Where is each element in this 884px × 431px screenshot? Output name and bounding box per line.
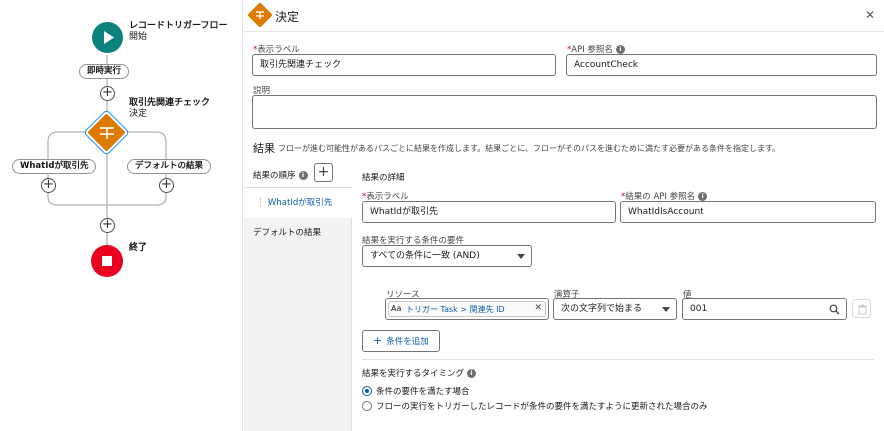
end-title: 終了: [129, 243, 148, 253]
immediate-path-label[interactable]: 即時実行: [79, 64, 130, 79]
outcome-item-whatid[interactable]: ⋮⋮ WhatIdが取引先: [244, 188, 352, 218]
close-icon[interactable]: ✕: [865, 8, 875, 22]
panel-header: 決定 ✕: [244, 0, 884, 32]
plus-icon: +: [373, 334, 383, 347]
outcome-details: 結果の詳細 *表示ラベル WhatIdが取引先 *結果の API 参照名 i Wh…: [352, 160, 884, 431]
details-title: 結果の詳細: [362, 173, 405, 183]
radio-selected[interactable]: [362, 386, 372, 396]
start-node[interactable]: [92, 22, 123, 53]
add-condition-button[interactable]: + 条件を追加: [362, 330, 440, 352]
label-input[interactable]: 取引先関連チェック: [252, 54, 556, 76]
branch-label-right[interactable]: デフォルトの結果: [127, 159, 212, 174]
chevron-down-icon: [517, 254, 525, 259]
outcomes-title: 結果: [253, 142, 275, 155]
end-node-label: 終了: [129, 243, 147, 254]
radio-unselected[interactable]: [362, 401, 372, 411]
start-title: レコードトリガーフロー: [129, 21, 228, 31]
outcome-order-header: 結果の順序 i +: [244, 160, 352, 188]
outcome-item-label: WhatIdが取引先: [268, 198, 333, 208]
play-icon: [104, 31, 114, 44]
add-outcome-button[interactable]: +: [314, 163, 333, 182]
value-input[interactable]: 001: [682, 298, 847, 320]
operator-select[interactable]: 次の文字列で始まる: [553, 298, 677, 320]
decision-title: 取引先関連チェック: [129, 98, 211, 108]
decision-node-label: 取引先関連チェック 決定: [129, 98, 210, 120]
start-node-label: レコードトリガーフロー 開始: [129, 21, 227, 43]
resource-input[interactable]: Aa トリガー Task > 関連先 ID ✕: [385, 298, 549, 320]
description-textarea[interactable]: [252, 95, 877, 129]
remove-icon[interactable]: ✕: [534, 303, 542, 313]
branch-label-left[interactable]: WhatIdが取引先: [12, 159, 97, 174]
condition-requirement-select[interactable]: すべての条件に一致 (AND): [362, 245, 532, 267]
decision-node[interactable]: [83, 109, 130, 156]
outcome-label-input[interactable]: WhatIdが取引先: [362, 201, 616, 223]
add-element-merge-button[interactable]: +: [100, 218, 115, 233]
info-icon: i: [467, 369, 477, 378]
resource-pill-text: トリガー Task > 関連先 ID: [406, 305, 505, 314]
decision-header-icon: [256, 11, 264, 19]
divider: [362, 359, 874, 360]
info-icon: i: [298, 171, 308, 180]
outcome-api-name-input[interactable]: WhatIdIsAccount: [620, 201, 876, 223]
text-type-icon: Aa: [391, 304, 402, 313]
resource-pill: Aa トリガー Task > 関連先 ID ✕: [388, 301, 546, 317]
outcome-list: 結果の順序 i + ⋮⋮ WhatIdが取引先 デフォルトの結果: [244, 160, 352, 431]
search-icon: [829, 304, 840, 315]
api-name-input[interactable]: AccountCheck: [566, 54, 877, 76]
trash-icon: [858, 304, 867, 315]
decision-subtitle: 決定: [129, 109, 148, 119]
start-subtitle: 開始: [129, 32, 148, 42]
info-icon: i: [698, 192, 708, 201]
outcome-order-label: 結果の順序 i: [253, 169, 308, 181]
delete-condition-button[interactable]: [852, 299, 871, 318]
add-element-button[interactable]: +: [100, 86, 115, 101]
chevron-down-icon: [662, 307, 670, 312]
decision-icon: [100, 127, 114, 139]
flow-canvas: レコードトリガーフロー 開始 即時実行 + 取引先関連チェック 決定 WhatI…: [0, 0, 243, 431]
add-element-right-button[interactable]: +: [159, 178, 174, 193]
outcome-item-label: デフォルトの結果: [253, 228, 322, 238]
decision-editor-panel: 決定 ✕ *表示ラベル 取引先関連チェック *API 参照名 i AccountC…: [244, 0, 884, 431]
timing-title: 結果を実行するタイミング i: [362, 367, 477, 379]
panel-title: 決定: [275, 10, 300, 24]
add-element-left-button[interactable]: +: [41, 178, 56, 193]
info-icon: i: [615, 45, 625, 54]
stop-icon: [102, 256, 112, 266]
drag-handle-icon[interactable]: ⋮⋮: [256, 188, 273, 218]
outcome-item-default[interactable]: デフォルトの結果: [244, 218, 352, 248]
outcomes-description: フローが進む可能性があるパスごとに結果を作成します。結果ごとに、フローがそのパス…: [278, 144, 781, 153]
end-node[interactable]: [91, 245, 123, 277]
